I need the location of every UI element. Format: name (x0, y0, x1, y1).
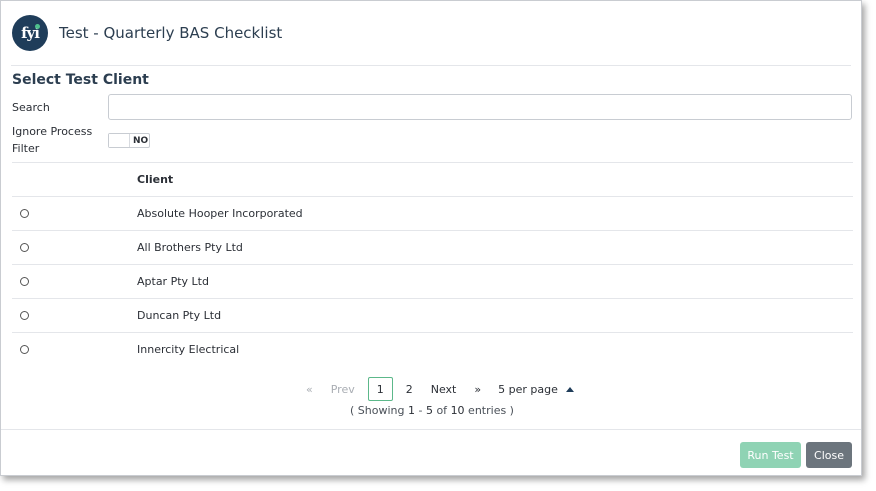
run-test-dialog: fyi Test - Quarterly BAS Checklist Selec… (0, 0, 862, 476)
pagination: « Prev 1 2 Next » 5 per page (297, 376, 574, 402)
column-header-client: Client (137, 173, 174, 186)
search-label: Search (12, 101, 50, 114)
per-page-select[interactable]: 5 per page (498, 383, 558, 396)
fyi-logo: fyi (12, 15, 48, 51)
of-text: of (432, 404, 451, 417)
showing-prefix: ( Showing (350, 404, 408, 417)
client-table: Client Absolute Hooper Incorporated All … (12, 162, 853, 366)
prev-page-link[interactable]: Prev (322, 383, 364, 396)
range-sep: - (414, 404, 426, 417)
toggle-state: NO (133, 135, 149, 146)
client-radio[interactable] (20, 344, 29, 354)
client-name: Duncan Pty Ltd (137, 309, 222, 322)
close-button[interactable]: Close (806, 442, 852, 468)
run-test-button[interactable]: Run Test (740, 442, 801, 468)
range-start: 1 (407, 404, 415, 417)
total-entries: 10 (450, 404, 465, 417)
range-end: 5 (425, 404, 433, 417)
search-input[interactable] (108, 94, 852, 120)
ignore-filter-label-line2: Filter (12, 142, 40, 155)
caret-up-icon[interactable] (565, 386, 574, 392)
dialog-footer: Run Test Close (1, 429, 861, 477)
client-name: Absolute Hooper Incorporated (137, 207, 303, 220)
table-row[interactable]: Absolute Hooper Incorporated (12, 196, 853, 230)
page-2-link[interactable]: 2 (397, 383, 422, 396)
client-name: Innercity Electrical (137, 343, 240, 356)
client-name: All Brothers Pty Ltd (137, 241, 243, 254)
entries-summary: ( Showing 1 - 5 of 10 entries ) (1, 404, 863, 417)
first-page-link[interactable]: « (297, 383, 322, 396)
table-header-row: Client (12, 162, 853, 196)
client-radio[interactable] (20, 276, 29, 286)
dialog-title: Test - Quarterly BAS Checklist (59, 24, 283, 42)
toggle-knob (109, 134, 130, 147)
page-1-link[interactable]: 1 (367, 377, 393, 401)
dialog-header: fyi Test - Quarterly BAS Checklist (11, 1, 851, 66)
client-radio[interactable] (20, 310, 29, 320)
client-radio[interactable] (20, 208, 29, 218)
client-name: Aptar Pty Ltd (137, 275, 209, 288)
table-row[interactable]: All Brothers Pty Ltd (12, 230, 853, 264)
ignore-filter-label-line1: Ignore Process (12, 125, 93, 138)
section-title: Select Test Client (12, 72, 149, 88)
table-row[interactable]: Innercity Electrical (12, 332, 853, 366)
client-radio[interactable] (20, 242, 29, 252)
last-page-link[interactable]: » (465, 383, 490, 396)
next-page-link[interactable]: Next (422, 383, 466, 396)
ignore-filter-toggle[interactable]: NO (108, 133, 150, 148)
table-row[interactable]: Duncan Pty Ltd (12, 298, 853, 332)
table-row[interactable]: Aptar Pty Ltd (12, 264, 853, 298)
entries-suffix: entries ) (464, 404, 514, 417)
